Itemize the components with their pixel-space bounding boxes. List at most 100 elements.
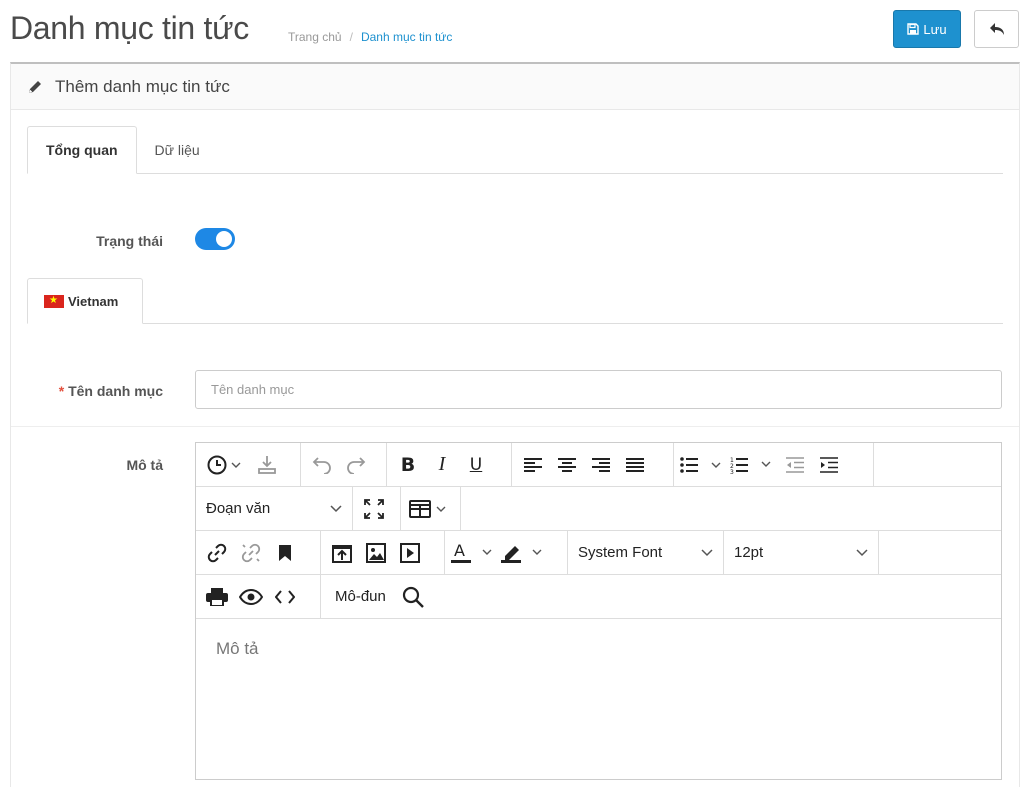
chevron-down-icon xyxy=(701,548,713,557)
category-name-input[interactable] xyxy=(195,370,1002,409)
bold-button[interactable]: B xyxy=(391,448,425,482)
text-color-icon: A xyxy=(451,542,497,564)
clock-icon xyxy=(207,455,243,475)
bullet-list-icon xyxy=(680,456,726,473)
block-format-select[interactable]: Đoạn văn xyxy=(196,487,353,530)
save-button-label: Lưu xyxy=(923,21,947,37)
video-icon xyxy=(400,542,420,563)
chevron-down-icon xyxy=(330,504,342,513)
required-marker: * xyxy=(58,383,65,399)
outdent-button[interactable] xyxy=(778,448,812,482)
font-family-select[interactable]: System Font xyxy=(568,531,724,574)
source-code-button[interactable] xyxy=(268,580,302,614)
fullscreen-button[interactable] xyxy=(357,492,391,526)
align-center-icon xyxy=(558,457,576,473)
underline-button[interactable]: U xyxy=(459,448,493,482)
italic-icon: I xyxy=(438,453,446,475)
save-button[interactable]: Lưu xyxy=(893,10,961,48)
insert-link-button[interactable] xyxy=(200,536,234,570)
description-label: Mô tả xyxy=(126,457,163,473)
status-toggle[interactable] xyxy=(195,228,235,250)
editor-placeholder: Mô tả xyxy=(216,639,259,658)
vietnam-flag-icon xyxy=(44,294,64,308)
table-button[interactable] xyxy=(405,492,455,526)
text-color-button[interactable]: A xyxy=(449,536,499,570)
reply-arrow-icon xyxy=(989,22,1005,36)
unlink-button[interactable] xyxy=(234,536,268,570)
search-icon xyxy=(402,586,424,608)
breadcrumb-current-link[interactable]: Danh mục tin tức xyxy=(361,30,452,44)
fullscreen-icon xyxy=(364,498,384,519)
link-icon xyxy=(207,543,227,563)
underline-icon: U xyxy=(469,454,483,475)
editor-toolbar-row-1: B I U 123 xyxy=(196,443,1001,487)
bullet-list-button[interactable] xyxy=(678,448,728,482)
unlink-icon xyxy=(241,543,261,563)
numbered-list-icon: 123 xyxy=(730,456,776,474)
toolbar-group-colors: A xyxy=(445,531,568,574)
align-left-button[interactable] xyxy=(516,448,550,482)
toggle-knob xyxy=(216,231,232,247)
justify-icon xyxy=(626,457,644,473)
page-header: Danh mục tin tức Trang chủ / Danh mục ti… xyxy=(0,0,1030,62)
save-draft-button[interactable] xyxy=(250,448,284,482)
block-format-value: Đoạn văn xyxy=(206,500,271,517)
redo-icon xyxy=(346,456,366,474)
bookmark-button[interactable] xyxy=(268,536,302,570)
language-tab-label: Vietnam xyxy=(68,293,119,309)
module-button[interactable]: Mô-đun xyxy=(325,580,396,614)
category-name-label-text: Tên danh mục xyxy=(68,383,163,399)
align-right-icon xyxy=(592,457,610,473)
editor-content-area[interactable]: Mô tả xyxy=(196,619,1001,779)
font-size-value: 12pt xyxy=(734,544,764,561)
upload-image-button[interactable] xyxy=(325,536,359,570)
toolbar-group-fullscreen xyxy=(353,487,401,530)
undo-icon xyxy=(312,456,332,474)
printer-icon xyxy=(206,587,228,606)
status-label: Trạng thái xyxy=(96,233,163,249)
toolbar-group-tools xyxy=(196,575,321,618)
editor-toolbar-row-4: Mô-đun xyxy=(196,575,1001,619)
toolbar-group-format: B I U xyxy=(387,443,512,486)
tab-overview[interactable]: Tổng quan xyxy=(27,126,137,174)
rich-text-editor: B I U 123 Đoạn văn A System Font 12pt Mô… xyxy=(195,442,1002,780)
justify-button[interactable] xyxy=(618,448,652,482)
highlight-color-button[interactable] xyxy=(499,536,549,570)
page-title: Danh mục tin tức xyxy=(10,10,249,46)
pencil-icon xyxy=(27,79,43,95)
search-replace-button[interactable] xyxy=(396,580,430,614)
toolbar-group-table xyxy=(401,487,461,530)
chevron-down-icon xyxy=(856,548,868,557)
editor-toolbar-row-2: Đoạn văn xyxy=(196,487,1001,531)
svg-text:3: 3 xyxy=(730,469,734,474)
preview-button[interactable] xyxy=(234,580,268,614)
insert-video-button[interactable] xyxy=(393,536,427,570)
align-center-button[interactable] xyxy=(550,448,584,482)
redo-button[interactable] xyxy=(339,448,373,482)
download-icon xyxy=(257,455,277,475)
tab-language-vietnam[interactable]: Vietnam xyxy=(27,278,143,324)
print-button[interactable] xyxy=(200,580,234,614)
align-left-icon xyxy=(524,457,542,473)
form-panel: Thêm danh mục tin tức Tổng quan Dữ liệu … xyxy=(10,62,1020,787)
panel-heading: Thêm danh mục tin tức xyxy=(11,64,1019,110)
undo-button[interactable] xyxy=(305,448,339,482)
editor-toolbar-row-3: A System Font 12pt xyxy=(196,531,1001,575)
svg-text:A: A xyxy=(454,542,465,560)
restore-draft-button[interactable] xyxy=(200,448,250,482)
tab-data[interactable]: Dữ liệu xyxy=(137,126,218,173)
indent-button[interactable] xyxy=(812,448,846,482)
align-right-button[interactable] xyxy=(584,448,618,482)
italic-button[interactable]: I xyxy=(425,448,459,482)
breadcrumb-home-link[interactable]: Trang chủ xyxy=(288,30,342,44)
toolbar-group-lists: 123 xyxy=(674,443,874,486)
back-button[interactable] xyxy=(974,10,1019,48)
toolbar-group-media xyxy=(321,531,445,574)
numbered-list-button[interactable]: 123 xyxy=(728,448,778,482)
section-divider xyxy=(11,426,1019,427)
breadcrumb-separator: / xyxy=(349,30,353,44)
indent-icon xyxy=(820,456,838,473)
insert-image-button[interactable] xyxy=(359,536,393,570)
font-size-select[interactable]: 12pt xyxy=(724,531,879,574)
bold-icon: B xyxy=(400,453,416,476)
